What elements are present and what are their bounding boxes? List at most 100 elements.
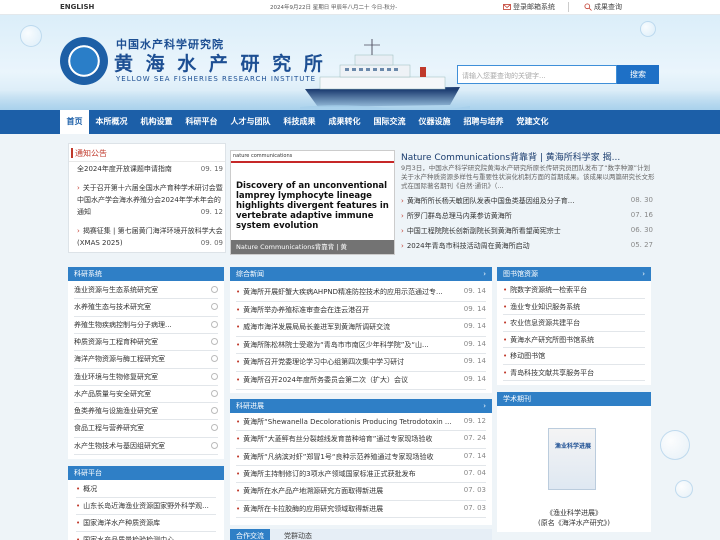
platform-item[interactable]: • 概况 [76,484,216,494]
platform-item[interactable]: • 山东长岛近海渔业资源国家野外科学观... [76,501,216,511]
nav-item[interactable]: 国际交流 [367,110,412,134]
result-query-link[interactable]: 成果查询 [584,2,622,12]
top-news-item[interactable]: › 所罗门群岛总理马内莱参访黄海所 07. 16 [401,211,653,221]
research-platforms-panel: 科研平台 • 概况 • 山东长岛近海渔业资源国家野外科学观... • 国家海洋水产种质资源… [68,466,224,540]
news-item[interactable]: • 黄海所陈松林院士受邀为“青岛市市南区少年科学院”及“山... 09. 14 [236,340,486,350]
notice-item[interactable]: › 关于召开第十六届全国水产育种学术研讨会暨中国水产学会海水养殖分会2024年学术… [77,182,223,218]
research-system-item[interactable]: 海洋产物资源与酶工程研究室 [74,354,218,364]
top-news-text: 所罗门群岛总理马内莱参访黄海所 [406,212,512,220]
journal-band [231,161,394,163]
research-system-item-text: 水产生物技术与基因组研究室 [74,441,165,450]
progress-item[interactable]: • 黄海所“大菱鲆有丝分裂越线发育苗种培育”通过专家现场验收 07. 24 [236,434,486,444]
notice-item[interactable]: › 揭赛征集 | 第七届黄门海洋环境开放科学大会(XMAS 2025) 09. 0… [77,225,223,249]
research-system-item-text: 水养殖生态与技术研究室 [74,303,151,312]
bullet-icon: • [503,352,508,360]
top-news-text: 黄海所所长杨天敏团队发表中国鱼类基因组及分子育... [406,197,575,205]
english-link[interactable]: ENGLISH [60,3,94,11]
library-item-text: 农业信息资源共建平台 [510,319,581,327]
bullet-icon: • [236,487,241,496]
tab-party-news[interactable]: 党群动态 [278,529,318,540]
news-item[interactable]: • 黄海所开展虾蟹大疾病AHPND精准防控技术的应用示范通过专... 09. 14 [236,287,486,297]
library-item[interactable]: • 院数字资源统一检索平台 [503,285,645,295]
nav-item[interactable]: 科技成果 [277,110,322,134]
nav-item[interactable]: 招聘与培养 [457,110,510,134]
list-divider [236,300,486,302]
news-item[interactable]: • 黄海所举办养殖标准审查会在连云港召开 09. 14 [236,305,486,315]
news-title: 综合新闻 [236,270,264,278]
news-item-text: 黄海所召开2024年度所务委员会第二次（扩大）会议 [243,376,408,384]
research-system-item-text: 水产品质量与安全研究室 [74,389,151,398]
platform-item[interactable]: • 国家海洋水产种质资源库 [76,518,216,528]
mail-login-label: 登录邮箱系统 [513,3,555,11]
notice-item-date: 09. 19 [200,165,223,173]
bullet-icon: • [236,376,241,384]
institute-name-cn: 黄 海 水 产 研 究 所 [114,53,326,75]
top-news-item[interactable]: › 2024年青岛市科技活动周在黄海所启动 05. 27 [401,241,653,251]
nav-item[interactable]: 机构设置 [134,110,179,134]
nav-item[interactable]: 首页 [60,110,89,134]
tab-cooperation[interactable]: 合作交流 [230,529,270,540]
research-system-item[interactable]: 水产生物技术与基因组研究室 [74,441,218,451]
platform-item-text: 国家海洋水产种质资源库 [83,519,161,527]
research-system-item[interactable]: 渔业资源与生态系统研究室 [74,285,218,295]
featured-caption: Nature Communications背靠背 | 黄 [231,240,394,254]
library-item[interactable]: • 黄海水产研究所图书馆系统 [503,335,645,345]
progress-item-text: 黄海所在卡拉胶酶的应用研究领域取得新进展 [243,504,384,513]
search-button[interactable]: 搜索 [617,65,659,84]
bullet-arrow-icon: › [77,227,80,235]
platform-item[interactable]: • 国家水产品质量检验检测中心 [76,535,216,540]
research-progress-header[interactable]: 科研进展 › [230,399,492,413]
library-item[interactable]: • 农业信息资源共建平台 [503,318,645,328]
progress-item-text: 黄海所“Shewanella Decolorationis Producing … [243,418,452,426]
notice-item[interactable]: 全2024年度开放课题申请指南 09. 19 [77,163,223,175]
research-system-item[interactable]: 水产品质量与安全研究室 [74,389,218,399]
nav-item[interactable]: 本所概况 [89,110,134,134]
news-header[interactable]: 综合新闻 › [230,267,492,281]
research-progress-title: 科研进展 [236,402,264,410]
list-divider [503,330,645,332]
bullet-icon: • [236,418,241,426]
news-item[interactable]: • 威海市海洋发展局局长姜进军到黄海所调研交流 09. 14 [236,322,486,332]
news-item[interactable]: • 黄海所召开2024年度所务委员会第二次（扩大）会议 09. 14 [236,375,486,385]
progress-item[interactable]: • 黄海所在水产品产地溯源研究方面取得新进展 07. 03 [236,486,486,496]
nav-item[interactable]: 人才与团队 [224,110,277,134]
featured-news-image[interactable]: nature communications Discovery of an un… [230,150,395,255]
topbar-divider [568,2,569,12]
journal-cover-image[interactable]: 渔业科学进展 [548,428,596,490]
library-item[interactable]: • 青岛科技文献共享服务平台 [503,368,645,378]
journal-name: nature communications [233,153,293,159]
library-header[interactable]: 图书馆资源 › [497,267,651,281]
progress-item-text: 黄海所在水产品产地溯源研究方面取得新进展 [243,487,384,496]
mail-login-link[interactable]: 登录邮箱系统 [503,2,555,12]
research-system-item[interactable]: 鱼类养殖与设施渔业研究室 [74,406,218,416]
top-news-item[interactable]: › 黄海所所长杨天敏团队发表中国鱼类基因组及分子育... 08. 30 [401,196,653,206]
news-item[interactable]: • 黄海所召开党委理论学习中心组第四次集中学习研讨 09. 14 [236,357,486,367]
library-item[interactable]: • 渔业专业知识服务系统 [503,302,645,312]
nav-item[interactable]: 科研平台 [179,110,224,134]
research-platforms-header[interactable]: 科研平台 [68,466,224,480]
result-query-label: 成果查询 [594,3,622,11]
progress-item[interactable]: • 黄海所主持制修订的3项水产领域国家标准正式获批发布 07. 04 [236,469,486,479]
nav-item[interactable]: 党建文化 [510,110,555,134]
library-item[interactable]: • 移动图书馆 [503,351,645,361]
journal-header[interactable]: 学术期刊 [497,392,651,406]
progress-item[interactable]: • 黄海所“凡纳滨对虾”郑冒1号“良种示范养殖通过专家现场验收 07. 14 [236,452,486,462]
research-system-item[interactable]: 种质资源与工程育种研究室 [74,337,218,347]
progress-item[interactable]: • 黄海所在卡拉胶酶的应用研究领域取得新进展 07. 03 [236,504,486,514]
search-input[interactable]: 请输入您要查询的关键字... [457,65,617,84]
nav-item[interactable]: 成果转化 [322,110,367,134]
news-item-date: 09. 14 [463,304,486,313]
lead-news-title[interactable]: Nature Communications背靠背 | 黄海所科学家 揭... [401,150,656,163]
research-systems-header[interactable]: 科研系统 [68,267,224,281]
research-system-item[interactable]: 养殖生物疾病控制与分子病理... [74,320,218,330]
progress-item[interactable]: • 黄海所“Shewanella Decolorationis Producing… [236,417,486,427]
research-system-item[interactable]: 食品工程与营养研究室 [74,423,218,433]
nav-item[interactable]: 仪器设施 [412,110,457,134]
top-news-date: 05. 27 [630,241,653,249]
research-system-item[interactable]: 水养殖生态与技术研究室 [74,302,218,312]
research-system-item[interactable]: 渔业环境与生物修复研究室 [74,372,218,382]
main-nav: 首页 本所概况 机构设置 科研平台 人才与团队 科技成果 成果转化 国际交流 仪器设施 招聘与培养… [0,110,720,134]
bullet-icon: • [236,358,241,367]
lead-news-summary: 9月3日，中国水产科学研究院黄海水产研究所原长传研究员团队发布了“数字种源”计划… [401,164,655,190]
top-news-item[interactable]: › 中国工程院院长创新副院长到黄海所看望蔺宪宗士 06. 30 [401,226,653,236]
